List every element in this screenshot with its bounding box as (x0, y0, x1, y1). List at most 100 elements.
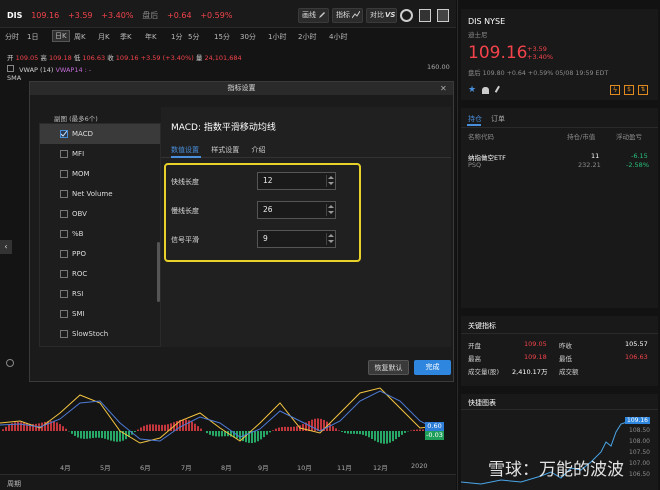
indicator-item-2[interactable]: MOM (40, 164, 160, 184)
divider (461, 409, 658, 410)
indicator-item-3[interactable]: Net Volume (40, 184, 160, 204)
macd-histogram-bar (212, 431, 214, 436)
macd-settings-icon[interactable] (6, 359, 14, 367)
checkbox-icon[interactable] (60, 330, 68, 338)
bell-icon[interactable] (482, 87, 489, 94)
timeframe-7[interactable]: 1分 (171, 32, 182, 42)
tab-intro[interactable]: 介绍 (251, 146, 265, 154)
mini-axis-5: 106.50 (629, 471, 650, 478)
draw-label: 画线 (302, 11, 316, 19)
macd-histogram-bar (158, 424, 160, 431)
stepper-icon[interactable] (326, 233, 334, 245)
macd-histogram-bar (149, 424, 151, 431)
macd-value-badge: 0.60 (425, 422, 444, 431)
vwap-line: VWAP (14) VWAP14 : - (7, 65, 91, 74)
chevron-left-icon[interactable]: ‹ (0, 240, 12, 254)
signal-smoothing-input[interactable]: 9 (257, 230, 336, 248)
timeframe-8[interactable]: 5分 (188, 32, 199, 42)
timeframe-6[interactable]: 年K (145, 32, 157, 42)
volume-label: 量 (195, 54, 203, 62)
flash-icon[interactable]: ϟ (610, 85, 620, 95)
macd-histogram-bar (401, 431, 403, 435)
macd-histogram-bar (260, 431, 262, 440)
high-label: 高 (40, 54, 47, 62)
checkbox-icon[interactable] (60, 250, 68, 258)
stepper-icon[interactable] (326, 175, 334, 187)
timeframe-5[interactable]: 季K (120, 32, 132, 42)
reset-button[interactable]: 恢复默认 (368, 360, 409, 375)
timeframe-11[interactable]: 1小时 (268, 32, 286, 42)
period-label[interactable]: 周期 (7, 479, 21, 489)
macd-histogram-bar (71, 431, 73, 434)
exchange-icon[interactable]: ⇅ (638, 85, 648, 95)
indicator-toggle-icon[interactable] (7, 65, 14, 72)
indicator-item-9[interactable]: SMI (40, 304, 160, 324)
checkbox-icon[interactable] (60, 190, 68, 198)
tab-values[interactable]: 数值设置 (171, 146, 199, 154)
macd-histogram-bar (413, 429, 415, 431)
star-icon[interactable]: ★ (468, 86, 476, 95)
timeframe-1[interactable]: 1日 (27, 32, 38, 42)
tab-orders[interactable]: 订单 (491, 114, 505, 124)
tab-positions[interactable]: 持仓 (468, 114, 482, 124)
low-value: 106.63 (82, 54, 106, 62)
checkbox-icon[interactable] (60, 290, 68, 298)
stepper-icon[interactable] (326, 204, 334, 216)
dialog-title: 指标设置 (30, 82, 453, 95)
checkbox-icon[interactable] (60, 210, 68, 218)
settings-icon[interactable] (400, 9, 413, 22)
indicator-item-0[interactable]: MACD (40, 124, 160, 144)
macd-histogram-bar (140, 427, 142, 431)
timeframe-2[interactable]: 日K (52, 30, 70, 42)
checkbox-icon[interactable] (60, 170, 68, 178)
draw-button[interactable]: 画线 (298, 8, 329, 23)
macd-histogram-bar (371, 431, 373, 439)
indicator-item-6[interactable]: PPO (40, 244, 160, 264)
timeframe-13[interactable]: 4小时 (329, 32, 347, 42)
sma-line: SMA (7, 74, 21, 82)
timeframe-4[interactable]: 月K (98, 32, 110, 42)
indicator-item-5[interactable]: %B (40, 224, 160, 244)
compare-button[interactable]: 对比VS (366, 8, 397, 23)
checkbox-icon[interactable] (60, 150, 68, 158)
indicator-item-1[interactable]: MFI (40, 144, 160, 164)
right-panel: DIS NYSE 迪士尼 109.16 +3.59 +3.40% 盘后 109.… (457, 0, 660, 490)
indicator-item-10[interactable]: SlowStoch (40, 324, 160, 344)
close-icon[interactable]: ✕ (440, 85, 447, 93)
macd-histogram-bar (86, 431, 88, 439)
slow-length-input[interactable]: 26 (257, 201, 336, 219)
macd-histogram-bar (239, 431, 241, 440)
divider (461, 333, 658, 334)
indicator-item-8[interactable]: RSI (40, 284, 160, 304)
dollar-icon[interactable]: $ (624, 85, 634, 95)
timeframe-0[interactable]: 分时 (5, 32, 19, 42)
macd-histogram-bar (335, 428, 337, 431)
timeframe-12[interactable]: 2小时 (298, 32, 316, 42)
macd-histogram-bar (263, 431, 265, 438)
checkbox-icon[interactable] (60, 270, 68, 278)
checkbox-icon[interactable] (60, 310, 68, 318)
timeframe-10[interactable]: 30分 (240, 32, 256, 42)
position-row[interactable]: 纳指做空ETF PSQ 11 232.21 -6.15 -2.58% (461, 148, 658, 172)
pen-icon[interactable] (494, 85, 505, 96)
fullscreen-icon[interactable] (437, 9, 449, 22)
indicator-button[interactable]: 指标 (332, 8, 363, 23)
compare-label: 对比 (370, 11, 384, 19)
vwap-label: VWAP (14) (19, 66, 54, 74)
indicator-item-7[interactable]: ROC (40, 264, 160, 284)
tab-style[interactable]: 样式设置 (211, 146, 239, 154)
slow-length-label: 慢线长度 (171, 207, 199, 215)
macd-histogram-bar (281, 427, 283, 431)
indicator-item-4[interactable]: OBV (40, 204, 160, 224)
done-button[interactable]: 完成 (414, 360, 451, 375)
list-scrollbar[interactable] (157, 242, 160, 302)
macd-histogram-bar (365, 431, 367, 436)
fast-length-input[interactable]: 12 (257, 172, 336, 190)
checkbox-icon[interactable] (60, 130, 68, 138)
stat-low-label: 最低 (559, 355, 572, 363)
stat-open-label: 开盘 (468, 342, 481, 350)
checkbox-icon[interactable] (60, 230, 68, 238)
timeframe-9[interactable]: 15分 (214, 32, 230, 42)
timeframe-3[interactable]: 周K (74, 32, 86, 42)
layout-icon[interactable] (419, 9, 431, 22)
